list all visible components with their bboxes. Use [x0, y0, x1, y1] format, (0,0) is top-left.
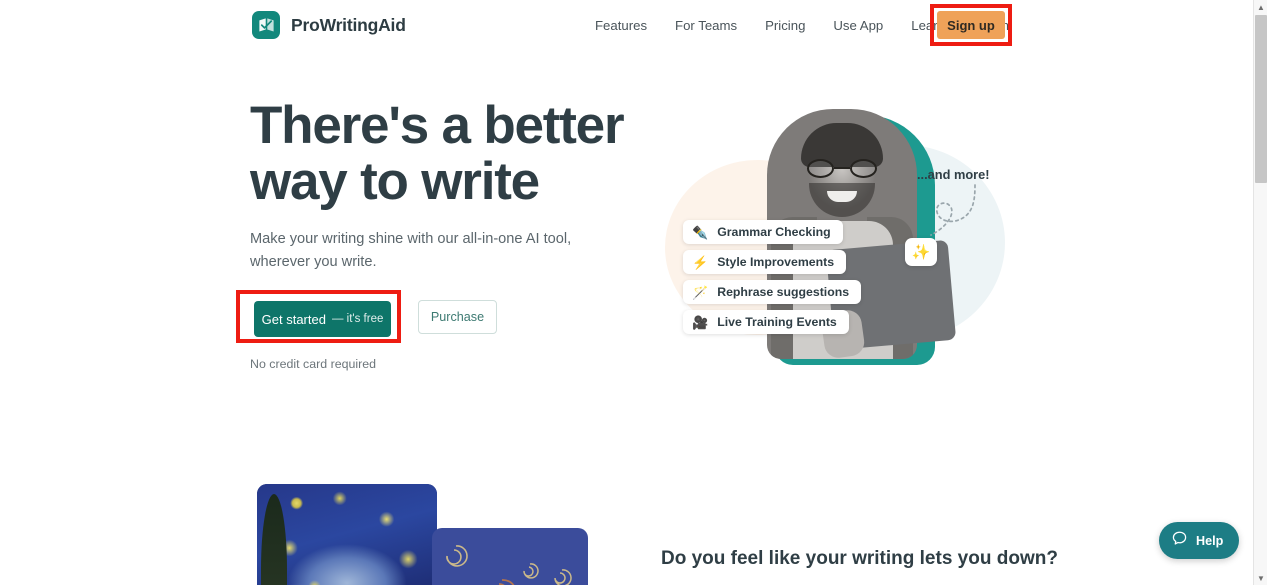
scrollbar-thumb[interactable]	[1255, 15, 1267, 183]
glasses-icon	[807, 159, 877, 178]
help-widget-label: Help	[1196, 533, 1224, 548]
hero-illustration: ✨ ...and more! ✒️ Grammar Checking ⚡ Sty…	[655, 105, 1005, 375]
feature-chip[interactable]: ⚡ Style Improvements	[683, 250, 847, 274]
hero-subtitle: Make your writing shine with our all-in-…	[250, 231, 572, 270]
signup-button[interactable]: Sign up	[937, 11, 1005, 39]
and-more-label: ...and more!	[917, 167, 990, 182]
signup-button-highlight-group: Sign up	[930, 4, 1012, 46]
chat-bubble-icon	[1171, 530, 1188, 552]
feature-chip-label: Grammar Checking	[717, 225, 831, 239]
feature-chip-label: Rephrase suggestions	[717, 285, 850, 299]
get-started-suffix: — it's free	[331, 313, 384, 325]
movie-camera-icon: 🎥	[692, 314, 709, 330]
site-header: ProWritingAid Features For Teams Pricing…	[0, 0, 1253, 50]
feature-chip-label: Live Training Events	[717, 315, 837, 329]
help-widget-button[interactable]: Help	[1159, 522, 1240, 559]
brand-logo-link[interactable]: ProWritingAid	[252, 11, 406, 39]
scroll-down-arrow-icon[interactable]: ▼	[1254, 571, 1267, 585]
brand-name: ProWritingAid	[291, 14, 406, 35]
feature-chip-label: Style Improvements	[717, 255, 835, 269]
get-started-label: Get started	[261, 311, 326, 327]
lightning-icon: ⚡	[692, 254, 709, 270]
nav-link-features[interactable]: Features	[595, 12, 661, 39]
page-title: There's a better way to write	[250, 96, 625, 212]
page-root: ProWritingAid Features For Teams Pricing…	[0, 0, 1267, 585]
hero-cta-row: Get started — it's free Purchase	[236, 290, 497, 343]
feature-chip-list: ✒️ Grammar Checking ⚡ Style Improvements…	[683, 220, 862, 334]
magic-wand-icon: 🪄	[692, 284, 709, 300]
feature-chip[interactable]: 🎥 Live Training Events	[683, 310, 849, 334]
nav-link-for-teams[interactable]: For Teams	[661, 12, 751, 39]
book-check-logo-icon	[252, 11, 280, 39]
doodle-swirls	[446, 545, 572, 585]
starry-night-artwork	[257, 484, 437, 585]
no-credit-card-note: No credit card required	[250, 357, 377, 371]
curly-arrow-doodle-icon	[917, 183, 987, 245]
pen-icon: ✒️	[692, 224, 709, 240]
feature-chip[interactable]: ✒️ Grammar Checking	[683, 220, 843, 244]
vertical-scrollbar[interactable]: ▲ ▼	[1253, 0, 1267, 585]
nav-link-pricing[interactable]: Pricing	[751, 12, 819, 39]
lower-section-heading: Do you feel like your writing lets you d…	[661, 548, 1058, 569]
scroll-up-arrow-icon[interactable]: ▲	[1254, 0, 1267, 14]
feature-chip[interactable]: 🪄 Rephrase suggestions	[683, 280, 862, 304]
blue-doodle-artwork	[432, 528, 588, 585]
nav-link-use-app[interactable]: Use App	[819, 12, 897, 39]
get-started-button[interactable]: Get started — it's free	[254, 301, 391, 337]
annotation-box-get-started: Get started — it's free	[236, 290, 401, 343]
purchase-button[interactable]: Purchase	[418, 299, 497, 334]
